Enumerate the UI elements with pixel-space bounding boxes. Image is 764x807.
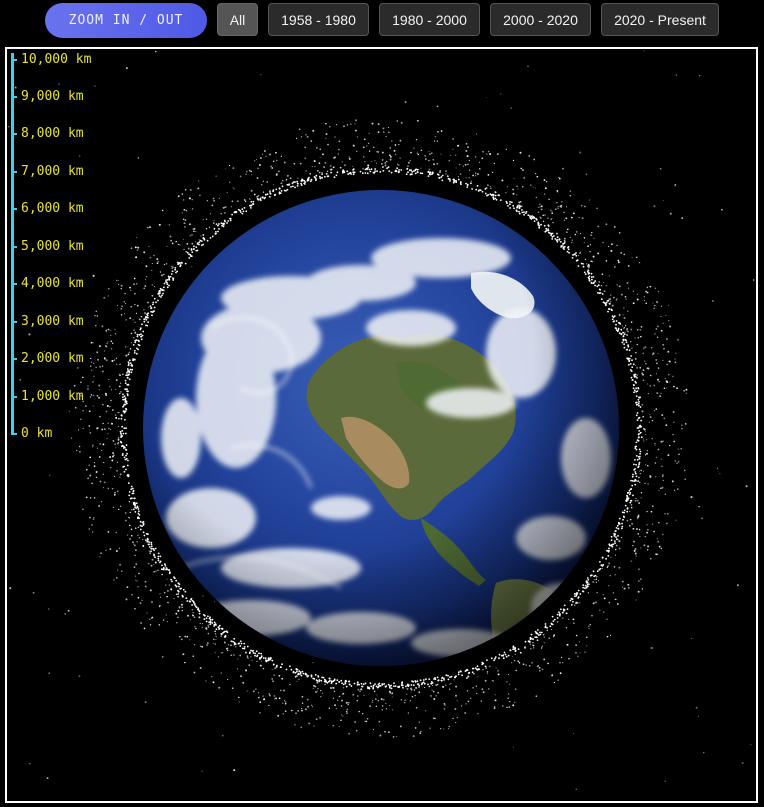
scale-tick bbox=[11, 133, 17, 135]
scale-label-3000: 3,000 km bbox=[21, 314, 84, 329]
orbit-viewport[interactable]: 10,000 km 9,000 km 8,000 km 7,000 km 6,0… bbox=[5, 47, 758, 803]
scale-label-10000: 10,000 km bbox=[21, 52, 92, 67]
scale-label-1000: 1,000 km bbox=[21, 389, 84, 404]
scale-label-4000: 4,000 km bbox=[21, 276, 84, 291]
filter-2020-present-button[interactable]: 2020 - Present bbox=[601, 3, 719, 36]
filter-1958-1980-button[interactable]: 1958 - 1980 bbox=[268, 3, 369, 36]
scale-tick bbox=[11, 321, 17, 323]
scale-tick bbox=[11, 396, 17, 398]
zoom-in-out-button[interactable]: ZOOM IN / OUT bbox=[45, 3, 207, 38]
scale-label-7000: 7,000 km bbox=[21, 164, 84, 179]
scale-label-2000: 2,000 km bbox=[21, 351, 84, 366]
scale-tick bbox=[11, 59, 17, 61]
scale-label-8000: 8,000 km bbox=[21, 126, 84, 141]
altitude-scale: 10,000 km 9,000 km 8,000 km 7,000 km 6,0… bbox=[11, 53, 121, 443]
scale-tick bbox=[11, 283, 17, 285]
scale-label-5000: 5,000 km bbox=[21, 239, 84, 254]
filter-2000-2020-button[interactable]: 2000 - 2020 bbox=[490, 3, 591, 36]
scale-tick bbox=[11, 246, 17, 248]
scale-label-0: 0 km bbox=[21, 426, 53, 441]
scale-tick bbox=[11, 171, 17, 173]
filter-all-button[interactable]: All bbox=[217, 3, 258, 36]
scale-tick bbox=[11, 358, 17, 360]
filter-1980-2000-button[interactable]: 1980 - 2000 bbox=[379, 3, 480, 36]
scale-tick bbox=[11, 433, 17, 435]
scale-label-6000: 6,000 km bbox=[21, 201, 84, 216]
scale-label-9000: 9,000 km bbox=[21, 89, 84, 104]
scale-tick bbox=[11, 208, 17, 210]
altitude-scale-line bbox=[11, 53, 14, 433]
scale-tick bbox=[11, 96, 17, 98]
toolbar: ZOOM IN / OUT All 1958 - 1980 1980 - 200… bbox=[0, 0, 764, 44]
